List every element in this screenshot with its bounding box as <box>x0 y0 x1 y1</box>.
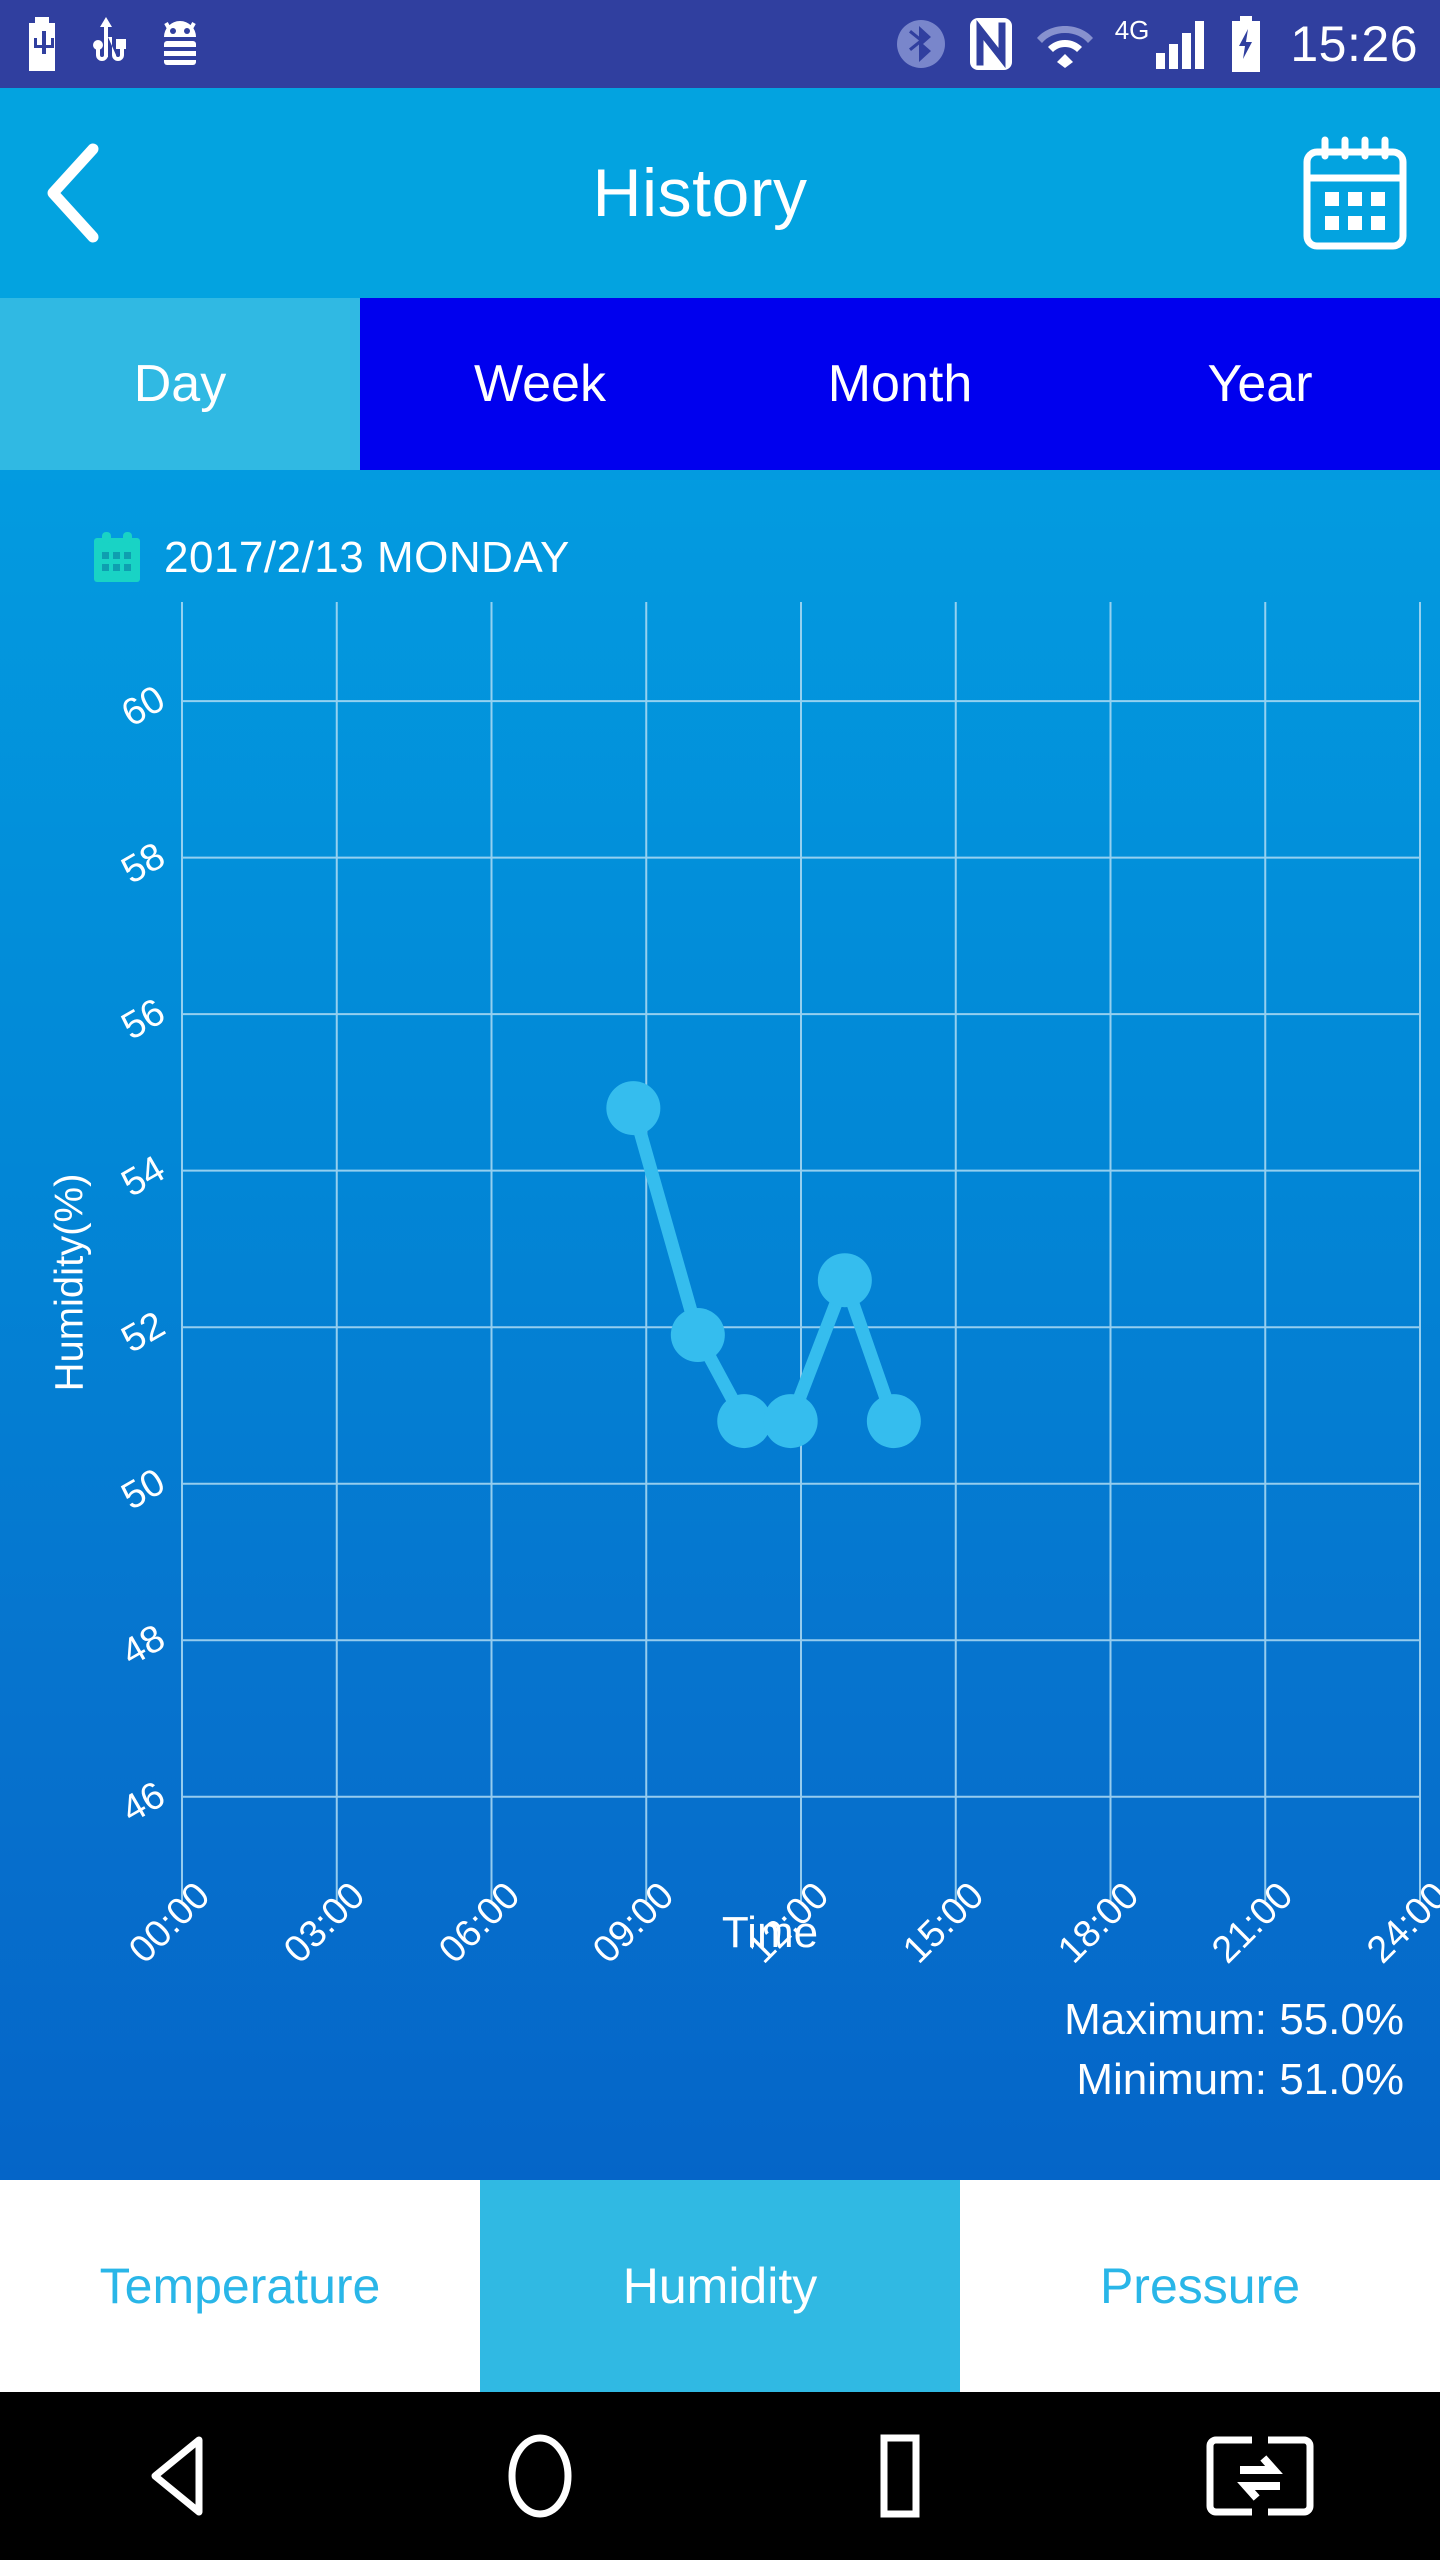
status-bar-right-icons: 4G 15:26 <box>895 16 1418 72</box>
range-tab-year[interactable]: Year <box>1080 298 1440 470</box>
tab-humidity-label: Humidity <box>622 2258 818 2314</box>
chart-panel: 2017/2/13 MONDAY 46 48 50 52 54 56 58 60 00:00 0… <box>0 470 1440 2180</box>
series-point <box>866 1394 921 1449</box>
series-point <box>763 1394 818 1449</box>
app-bar: History <box>0 88 1440 298</box>
metric-tab-bar: Temperature Humidity Pressure <box>0 2180 1440 2392</box>
range-tab-week[interactable]: Week <box>360 298 720 470</box>
series-point <box>817 1253 872 1308</box>
chart-plot-area[interactable]: 46 48 50 52 54 56 58 60 00:00 03:00 06:00 09:00 12:… <box>0 470 1440 2180</box>
range-tab-month[interactable]: Month <box>720 298 1080 470</box>
status-bar: 4G 15:26 <box>0 0 1440 88</box>
range-tab-day-label: Day <box>133 355 227 413</box>
series-point <box>606 1081 661 1136</box>
calendar-icon <box>1303 136 1407 250</box>
recents-nav-icon <box>880 2434 920 2518</box>
usb-icon <box>93 17 126 61</box>
chart-series <box>606 1081 921 1449</box>
minimum-label: Minimum: 51.0% <box>1076 2055 1404 2105</box>
chart-gridlines <box>181 602 1421 1901</box>
wifi-icon <box>1036 26 1093 68</box>
range-tab-year-label: Year <box>1207 355 1313 413</box>
range-tab-month-label: Month <box>827 355 973 413</box>
chart-stats: Maximum: 55.0% Minimum: 51.0% <box>1064 1990 1404 2111</box>
tab-pressure-label: Pressure <box>1099 2258 1301 2314</box>
app-screen: 4G 15:26 History Day Week Month Year 201… <box>0 0 1440 2560</box>
chart-x-axis-title: Time <box>721 1908 819 1957</box>
system-navigation-bar <box>0 2392 1440 2560</box>
maximum-label: Maximum: 55.0% <box>1064 1995 1404 2044</box>
android-debug-icon <box>164 21 196 65</box>
screen-switch-nav-icon <box>1206 2436 1314 2516</box>
back-nav-icon <box>151 2436 203 2516</box>
nav-screen-switch-button[interactable] <box>1080 2434 1440 2518</box>
nav-recents-button[interactable] <box>720 2432 1080 2520</box>
usb-battery-icon <box>29 17 55 71</box>
tab-humidity[interactable]: Humidity <box>480 2180 960 2392</box>
battery-charging-icon <box>1232 16 1261 72</box>
tab-temperature[interactable]: Temperature <box>0 2180 480 2392</box>
series-point <box>717 1394 772 1449</box>
page-title: History <box>592 155 808 231</box>
range-tab-week-label: Week <box>474 355 606 413</box>
cellular-signal-icon: 4G <box>1115 17 1209 71</box>
home-nav-icon <box>508 2434 572 2518</box>
tab-pressure[interactable]: Pressure <box>960 2180 1440 2392</box>
back-arrow-icon <box>47 143 99 243</box>
tab-temperature-label: Temperature <box>99 2258 381 2314</box>
network-type-label: 4G <box>1114 15 1150 45</box>
series-point <box>670 1308 725 1363</box>
nfc-icon <box>969 18 1012 70</box>
back-button[interactable] <box>0 88 150 298</box>
status-bar-clock: 15:26 <box>1290 16 1418 72</box>
chart-y-axis-title: Humidity(%) <box>47 1173 92 1392</box>
bluetooth-icon <box>896 20 945 68</box>
range-tab-day[interactable]: Day <box>0 298 360 470</box>
calendar-button[interactable] <box>1270 88 1440 298</box>
status-bar-left-icons <box>22 17 206 71</box>
nav-home-button[interactable] <box>360 2432 720 2520</box>
nav-back-button[interactable] <box>0 2434 360 2518</box>
range-tab-bar: Day Week Month Year <box>0 298 1440 470</box>
